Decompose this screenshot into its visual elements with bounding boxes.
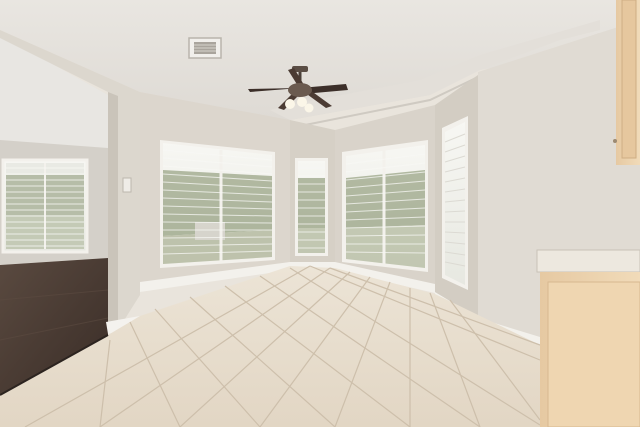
bay-window (342, 140, 428, 272)
air-vent-icon (188, 37, 222, 59)
narrow-window (295, 158, 328, 256)
light-switch-icon (122, 177, 132, 193)
empty-breakfast-nook-photo (0, 0, 640, 427)
side-window (442, 116, 468, 290)
upper-cabinet (613, 0, 640, 165)
room-illustration (0, 0, 640, 427)
adjacent-room (0, 35, 109, 395)
lower-cabinet (536, 249, 640, 427)
large-window (160, 140, 275, 268)
adjacent-room-window (1, 158, 89, 254)
